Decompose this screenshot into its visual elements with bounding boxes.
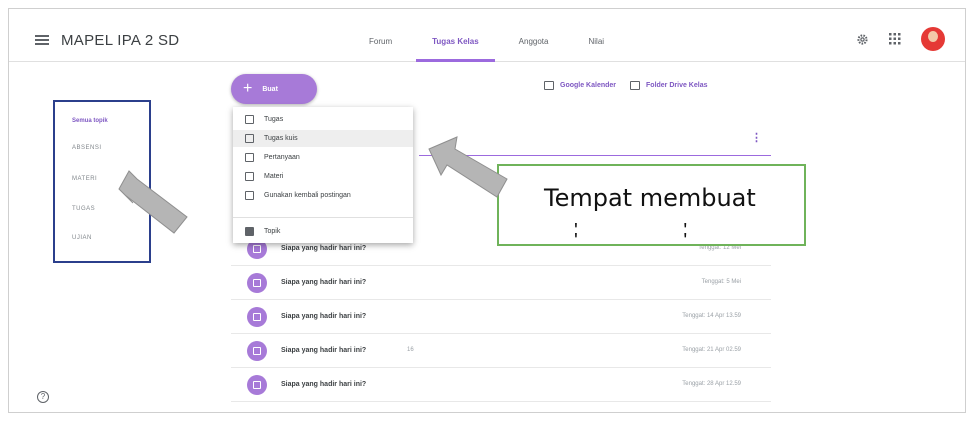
arrow-to-topics: [118, 170, 188, 234]
annotation-arrows: [118, 136, 508, 234]
classroom-window: MAPEL IPA 2 SD Forum Tugas Kelas Anggota…: [8, 8, 966, 413]
help-icon[interactable]: ?: [37, 391, 49, 403]
arrow-to-menu: [428, 136, 508, 198]
